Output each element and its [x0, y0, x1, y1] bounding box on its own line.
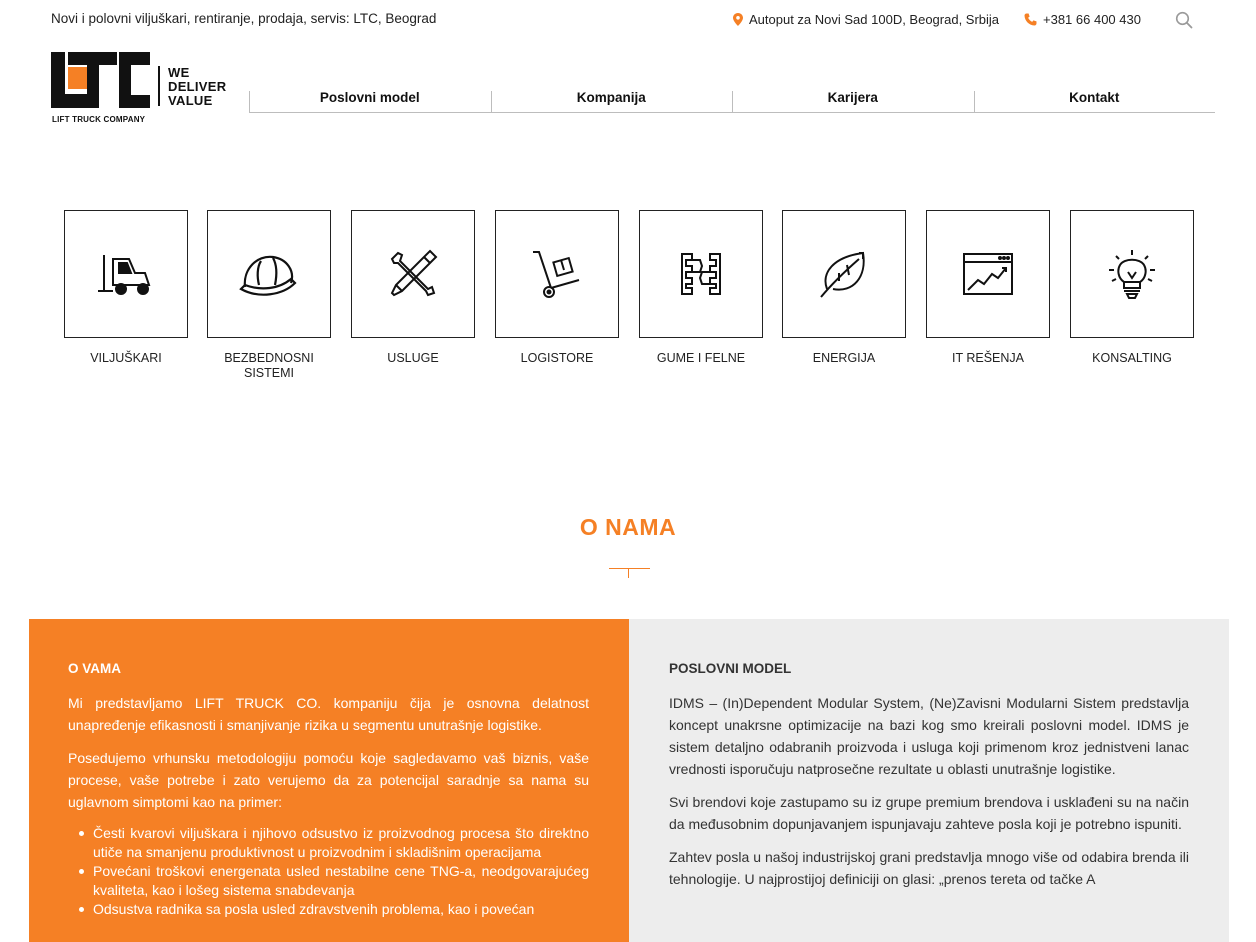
panel-heading: O VAMA [68, 661, 121, 676]
list-item: Česti kvarovi viljuškara i njihovo odsus… [78, 824, 589, 862]
tile-viljuskari[interactable]: VILJUŠKARI [64, 210, 188, 366]
tile-label: ENERGIJA [812, 351, 876, 365]
panel-paragraph: IDMS – (In)Dependent Modular System, (Ne… [669, 695, 1189, 777]
phone-icon [1024, 13, 1037, 26]
slogan-line-3: VALUE [168, 93, 213, 108]
nav-item-karijera[interactable]: Karijera [732, 88, 974, 113]
nav-item-kontakt[interactable]: Kontakt [973, 88, 1216, 113]
hard-hat-icon [239, 255, 297, 296]
slogan-line-1: WE [168, 65, 190, 80]
phone-text: +381 66 400 430 [1043, 12, 1141, 27]
tile-icon-box [926, 210, 1050, 338]
section-title: O NAMA [579, 514, 677, 540]
tire-tread-icon [681, 253, 721, 295]
search-icon[interactable] [1175, 11, 1193, 29]
ltc-logo-mark [51, 52, 150, 108]
tile-icon-box [1070, 210, 1194, 338]
tile-icon-box [782, 210, 906, 338]
tile-gume-i-felne[interactable]: GUME I FELNE [639, 210, 763, 366]
phone-link[interactable]: +381 66 400 430 [1024, 12, 1141, 27]
tile-energija[interactable]: ENERGIJA [782, 210, 906, 366]
top-bar: Novi i polovni viljuškari, rentiranje, p… [0, 0, 1256, 40]
leaf-icon [820, 251, 865, 298]
tile-label: IT REŠENJA [951, 351, 1024, 365]
title-divider-tick [628, 568, 629, 578]
list-item: Povećani troškovi energenata usled nesta… [78, 862, 589, 900]
panel-paragraph: Zahtev posla u našoj industrijskoj grani… [669, 849, 1189, 887]
hand-truck-icon [533, 251, 580, 298]
slogan-line-2: DELIVER [168, 79, 227, 94]
list-item: Odsustva radnika sa posla usled zdravstv… [78, 900, 589, 919]
tile-label: GUME I FELNE [656, 351, 746, 365]
map-pin-icon [733, 13, 743, 26]
tile-icon-box [64, 210, 188, 338]
logo-slogan: WE DELIVER VALUE [168, 66, 226, 108]
address-link[interactable]: Autoput za Novi Sad 100D, Beograd, Srbij… [733, 12, 999, 27]
tile-label: BEZBEDNOSNI SISTEMI [224, 351, 314, 380]
tile-logistore[interactable]: LOGISTORE [495, 210, 619, 366]
tile-icon-box [639, 210, 763, 338]
tile-label: LOGISTORE [520, 351, 594, 365]
nav-item-poslovni-model[interactable]: Poslovni model [249, 88, 491, 113]
slogan-divider [158, 66, 160, 106]
tile-icon-box [207, 210, 331, 338]
about-you-panel: O VAMA Mi predstavljamo LIFT TRUCK CO. k… [29, 619, 629, 942]
panel-heading: POSLOVNI MODEL [669, 661, 792, 676]
panel-paragraph: Svi brendovi koje zastupamo su iz grupe … [669, 794, 1189, 832]
browser-chart-icon [963, 253, 1013, 295]
tile-label: VILJUŠKARI [90, 351, 162, 365]
logo-caption: LIFT TRUCK COMPANY [52, 115, 146, 124]
nav-item-kompanija[interactable]: Kompanija [490, 88, 733, 113]
tools-icon [390, 249, 438, 297]
tile-label: USLUGE [387, 351, 439, 365]
forklift-icon [98, 255, 151, 295]
tile-label: KONSALTING [1092, 351, 1172, 365]
tile-usluge[interactable]: USLUGE [351, 210, 475, 366]
tile-konsalting[interactable]: KONSALTING [1070, 210, 1194, 366]
title-divider [609, 568, 650, 569]
site-tagline: Novi i polovni viljuškari, rentiranje, p… [51, 11, 437, 26]
tile-it-resenja[interactable]: IT REŠENJA [926, 210, 1050, 366]
main-nav: Poslovni model Kompanija Karijera Kontak… [249, 88, 1215, 113]
symptom-list: Česti kvarovi viljuškara i njihovo odsus… [78, 824, 589, 919]
address-text: Autoput za Novi Sad 100D, Beograd, Srbij… [749, 12, 1000, 27]
tile-icon-box [495, 210, 619, 338]
lightbulb-icon [1109, 250, 1155, 299]
tile-bezbednosni-sistemi[interactable]: BEZBEDNOSNI SISTEMI [207, 210, 331, 381]
tile-icon-box [351, 210, 475, 338]
panel-paragraph: Mi predstavljamo LIFT TRUCK CO. kompanij… [68, 695, 589, 733]
category-tiles: VILJUŠKARI BEZBEDNOSNI SISTEMI USLUGE LO… [64, 210, 1194, 390]
panel-paragraph: Posedujemo vrhunsku metodologiju pomoću … [68, 750, 589, 810]
business-model-panel: POSLOVNI MODEL IDMS – (In)Dependent Modu… [629, 619, 1229, 942]
